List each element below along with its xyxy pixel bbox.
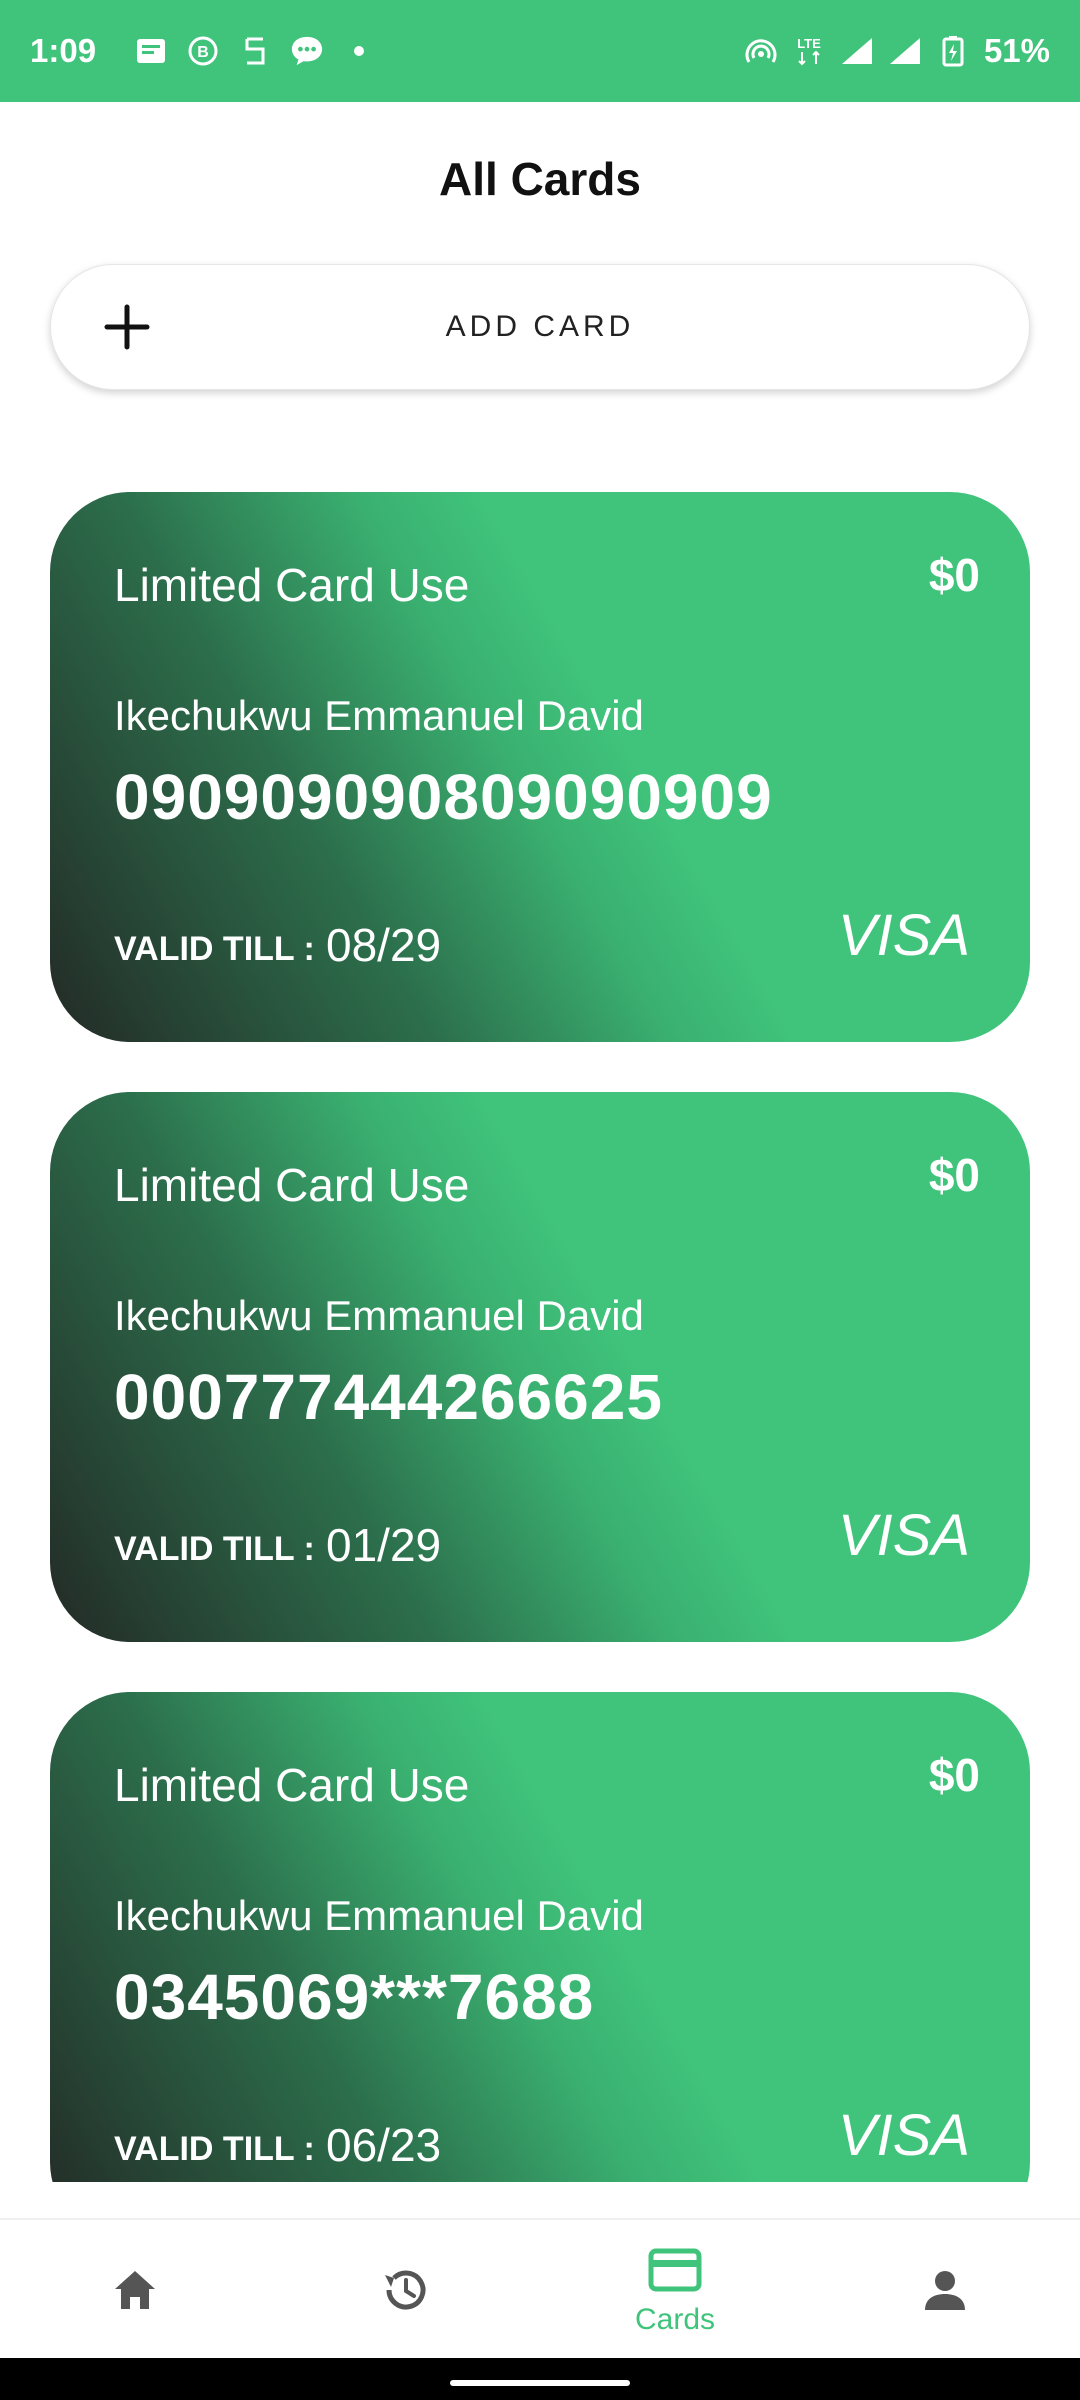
card-item[interactable]: Limited Card Use $0 Ikechukwu Emmanuel D… <box>50 1092 1030 1642</box>
bottom-nav: Cards <box>0 2218 1080 2360</box>
home-icon <box>115 2271 155 2309</box>
lte-icon: LTE <box>792 34 826 68</box>
card-expiry: 08/29 <box>326 919 442 971</box>
card-number: 000777444266625 <box>114 1361 663 1433</box>
person-icon <box>925 2271 965 2310</box>
valid-till-label: VALID TILL : <box>114 930 315 968</box>
scroll-clip <box>0 2182 1080 2218</box>
chat-icon <box>290 34 324 68</box>
card-item[interactable]: Limited Card Use $0 Ikechukwu Emmanuel D… <box>50 492 1030 1042</box>
card-number: 090909090809090909 <box>114 761 773 833</box>
battery-icon <box>936 34 970 68</box>
svg-text:B: B <box>197 44 209 61</box>
card-title: Limited Card Use <box>114 1759 470 1811</box>
nav-cards[interactable]: Cards <box>540 2220 810 2360</box>
battery-percent: 51% <box>983 32 1050 69</box>
nav-history[interactable] <box>270 2220 540 2360</box>
card-item[interactable]: Limited Card Use $0 Ikechukwu Emmanuel D… <box>50 1692 1030 2242</box>
news-icon <box>134 34 168 68</box>
page-title: All Cards <box>439 153 641 205</box>
nav-cards-label: Cards <box>634 2303 716 2336</box>
card-expiry: 01/29 <box>326 1519 442 1571</box>
nav-home[interactable] <box>0 2220 270 2360</box>
system-icons: LTE 51% <box>744 32 1050 70</box>
card-holder-name: Ikechukwu Emmanuel David <box>114 1892 644 1939</box>
card-brand: VISA <box>837 1503 970 1568</box>
signal-icon <box>840 34 874 68</box>
card-expiry: 06/23 <box>326 2119 442 2171</box>
home-gesture-handle[interactable] <box>450 2380 630 2386</box>
signal-icon-2 <box>888 34 922 68</box>
card-title: Limited Card Use <box>114 559 470 611</box>
app-icon <box>238 34 272 68</box>
card-brand: VISA <box>837 903 970 968</box>
card-title: Limited Card Use <box>114 1159 470 1211</box>
card-icon <box>648 2248 702 2292</box>
valid-till-label: VALID TILL : <box>114 1530 315 1568</box>
card-balance: $0 <box>928 1149 980 1201</box>
add-card-label: ADD CARD <box>445 310 635 343</box>
notification-icons: B <box>134 34 376 68</box>
card-holder-name: Ikechukwu Emmanuel David <box>114 1292 644 1339</box>
card-brand: VISA <box>837 2103 970 2168</box>
status-bar: 1:09 B LTE 51% <box>0 0 1080 102</box>
add-card-button[interactable]: ADD CARD <box>50 264 1030 390</box>
dot-icon <box>342 34 376 68</box>
nav-profile[interactable] <box>810 2220 1080 2360</box>
card-balance: $0 <box>928 549 980 601</box>
svg-text:LTE: LTE <box>797 36 821 51</box>
card-balance: $0 <box>928 1749 980 1801</box>
card-holder-name: Ikechukwu Emmanuel David <box>114 692 644 739</box>
status-time: 1:09 <box>30 32 97 69</box>
card-number: 0345069***7688 <box>114 1961 595 2033</box>
business-icon: B <box>186 34 220 68</box>
system-gesture-bar <box>0 2358 1080 2400</box>
valid-till-label: VALID TILL : <box>114 2130 315 2168</box>
plus-icon <box>101 301 153 353</box>
history-icon <box>385 2270 426 2310</box>
hotspot-icon <box>744 34 778 68</box>
